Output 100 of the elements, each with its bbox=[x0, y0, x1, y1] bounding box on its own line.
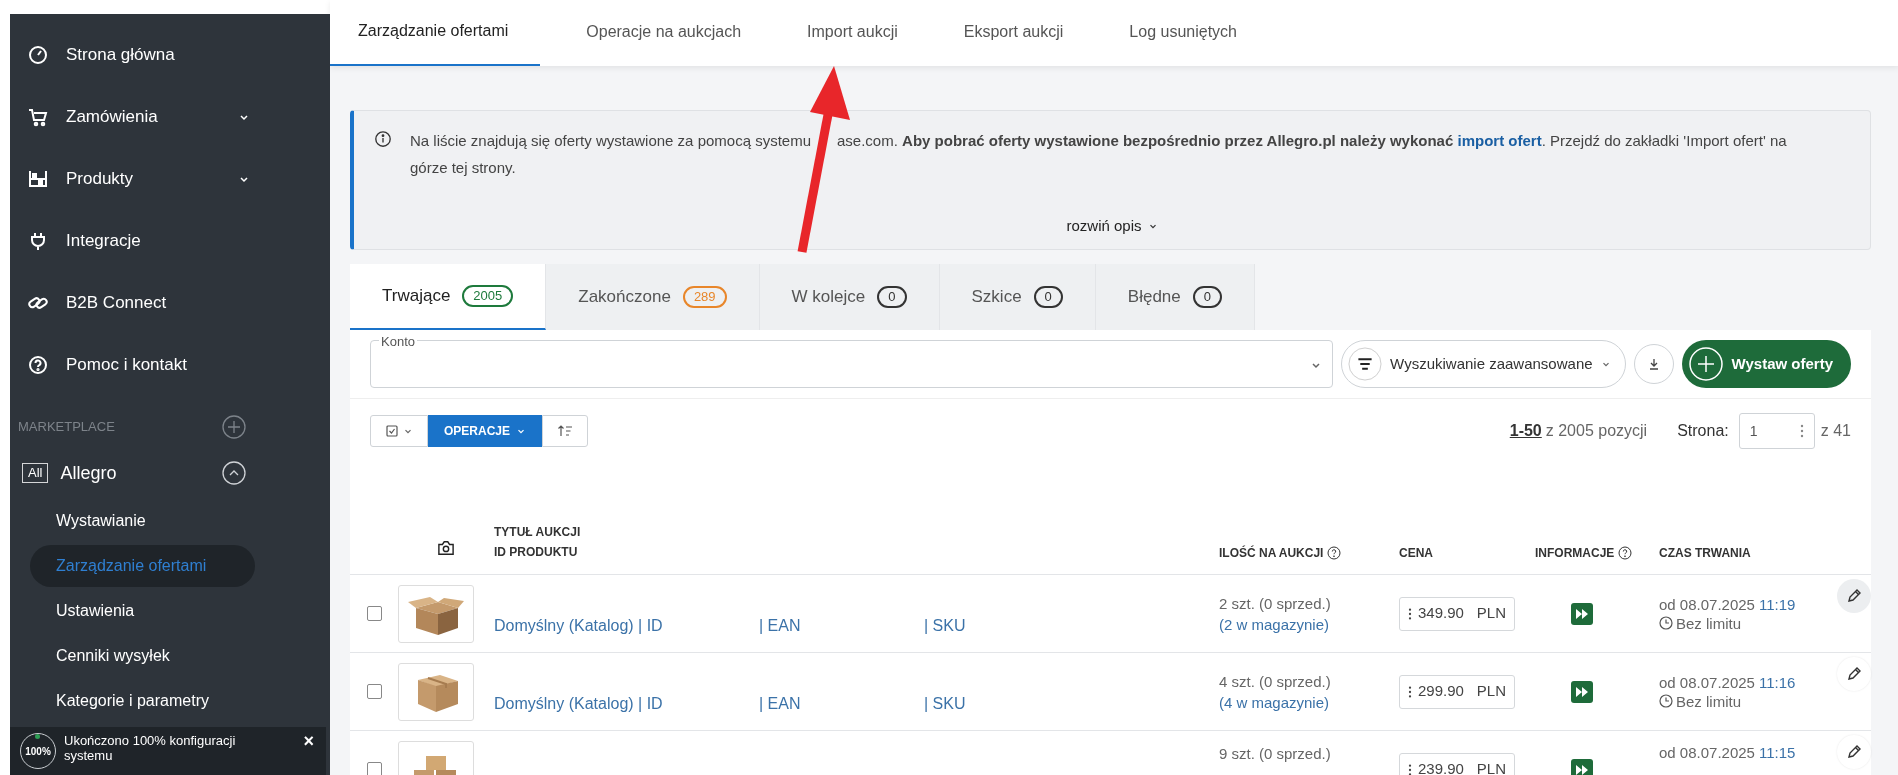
clock-icon bbox=[1659, 616, 1673, 630]
stock-link[interactable]: (2 w magazynie) bbox=[1219, 613, 1399, 635]
sidebar-item[interactable]: Strona główna bbox=[10, 24, 330, 86]
price-field[interactable]: 239.90 PLN bbox=[1399, 752, 1515, 775]
submenu-item[interactable]: Kategorie i parametry bbox=[30, 679, 209, 722]
drag-handle-icon[interactable] bbox=[1408, 606, 1412, 621]
operations-button[interactable]: OPERACJE bbox=[428, 415, 543, 447]
close-button[interactable]: × bbox=[303, 733, 326, 749]
clock-icon bbox=[1659, 694, 1673, 708]
cart-icon bbox=[28, 107, 48, 127]
status-tab[interactable]: Szkice 0 bbox=[939, 264, 1096, 330]
sidebar-item[interactable]: Pomoc i kontakt bbox=[10, 334, 330, 396]
sidebar-item[interactable]: Zamówienia bbox=[10, 86, 330, 148]
filter-icon bbox=[1348, 347, 1383, 381]
row-checkbox[interactable] bbox=[366, 606, 382, 621]
page-label: Strona: bbox=[1677, 421, 1729, 441]
price-field[interactable]: 299.90 PLN bbox=[1399, 674, 1515, 709]
gauge-icon bbox=[28, 45, 48, 65]
product-id-link[interactable]: | EAN bbox=[759, 614, 924, 638]
start-time: 11:19 bbox=[1758, 594, 1796, 614]
duration-text: Bez limitu bbox=[1676, 691, 1742, 711]
submenu-item[interactable]: Cenniki wysyłek bbox=[30, 634, 170, 677]
price-field[interactable]: 349.90 PLN bbox=[1399, 596, 1515, 631]
quantity-text: 2 szt. (0 sprzed.) bbox=[1219, 593, 1332, 614]
edit-button[interactable] bbox=[1837, 579, 1871, 613]
status-tab[interactable]: W kolejce 0 bbox=[759, 264, 940, 330]
camera-icon bbox=[437, 540, 455, 556]
section-label: MARKETPLACE bbox=[18, 418, 116, 437]
fast-forward-icon bbox=[1571, 602, 1593, 625]
shelf-icon bbox=[28, 169, 48, 189]
expand-description-button[interactable]: rozwiń opis bbox=[1066, 214, 1158, 237]
select-menu-button[interactable] bbox=[370, 415, 428, 447]
product-id-link[interactable]: Domyślny (Katalog) | ID bbox=[494, 692, 759, 716]
row-checkbox[interactable] bbox=[366, 684, 382, 699]
add-circle-icon[interactable] bbox=[222, 415, 246, 439]
page-field[interactable]: 1 bbox=[1738, 413, 1815, 449]
page-total: z 41 bbox=[1820, 421, 1851, 441]
product-id-link[interactable]: | SKU bbox=[924, 614, 966, 638]
edit-button[interactable] bbox=[1837, 735, 1871, 769]
quantity-text: 9 szt. (0 sprzed.) bbox=[1219, 744, 1332, 764]
fast-forward-icon bbox=[1571, 680, 1593, 703]
start-date: od 08.07.2025 bbox=[1659, 594, 1755, 614]
add-offers-button[interactable]: Wystaw oferty bbox=[1681, 340, 1851, 388]
submenu-item[interactable]: Wystawianie bbox=[30, 499, 146, 542]
product-id-link[interactable]: | SKU bbox=[924, 692, 966, 716]
total-text: z 2005 pozycji bbox=[1545, 421, 1648, 441]
stock-link[interactable]: (4 w magazynie) bbox=[1219, 691, 1399, 713]
tab[interactable]: Log usuniętych bbox=[1109, 0, 1257, 66]
column-header: TYTUŁ AUKCJI ID PRODUKTU bbox=[494, 524, 581, 561]
duration-text: Bez limitu bbox=[1676, 613, 1742, 633]
stepper-icon[interactable] bbox=[1799, 423, 1804, 439]
account-name[interactable]: Allegro bbox=[60, 459, 210, 487]
plus-circle-icon bbox=[1687, 346, 1724, 382]
help-icon[interactable] bbox=[1327, 546, 1342, 560]
tab[interactable]: Zarządzanie ofertami bbox=[330, 0, 541, 66]
pencil-icon bbox=[1846, 588, 1862, 604]
range-link[interactable]: 1-50 bbox=[1509, 419, 1542, 443]
info-text: Na liście znajdują się oferty wystawione za pomocą systemu ase.com. Aby pobrać oferty wystawione bezpośrednio przez Allegro.pl należy wykonać import ofert. Przejdź do zakładki 'Import ofert' na górze tej strony. bbox=[410, 131, 1788, 178]
help-icon bbox=[28, 355, 48, 375]
column-header: CENA bbox=[1399, 545, 1433, 562]
tab[interactable]: Eksport aukcji bbox=[943, 0, 1084, 66]
column-header: ILOŚĆ NA AUKCJI bbox=[1219, 544, 1324, 562]
pencil-icon bbox=[1846, 666, 1862, 682]
count-badge: 0 bbox=[1192, 286, 1222, 308]
sidebar-item[interactable]: Produkty bbox=[10, 148, 330, 210]
tab[interactable]: Import aukcji bbox=[787, 0, 918, 66]
row-checkbox[interactable] bbox=[366, 762, 382, 775]
product-id-link[interactable]: Domyślny (Katalog) | ID bbox=[494, 614, 759, 638]
submenu-item[interactable]: Zarządzanie ofertami bbox=[30, 544, 255, 587]
edit-button[interactable] bbox=[1837, 657, 1871, 691]
plug-icon bbox=[28, 231, 48, 251]
count-badge: 0 bbox=[1033, 286, 1063, 308]
tab[interactable]: Operacje na aukcjach bbox=[566, 0, 762, 66]
import-link[interactable]: import ofert bbox=[1457, 132, 1542, 149]
help-icon[interactable] bbox=[1618, 546, 1633, 560]
sidebar-item[interactable]: B2B Connect bbox=[10, 272, 330, 334]
status-tab[interactable]: Trwające 2005 bbox=[350, 264, 547, 330]
count-badge: 0 bbox=[877, 286, 907, 308]
drag-handle-icon[interactable] bbox=[1408, 684, 1412, 699]
start-time: 11:16 bbox=[1758, 672, 1796, 692]
count-badge: 2005 bbox=[462, 285, 514, 307]
column-header: CZAS TRWANIA bbox=[1659, 545, 1751, 562]
collapse-toggle-icon[interactable] bbox=[222, 461, 246, 485]
status-tab[interactable]: Zakończone 289 bbox=[546, 264, 760, 330]
pencil-icon bbox=[1846, 744, 1862, 760]
start-date: od 08.07.2025 bbox=[1659, 743, 1755, 762]
sidebar-item[interactable]: Integracje bbox=[10, 210, 330, 272]
start-date: od 08.07.2025 bbox=[1659, 672, 1755, 692]
info-icon bbox=[374, 130, 392, 148]
submenu-item[interactable]: Ustawienia bbox=[30, 589, 135, 632]
count-badge: 289 bbox=[682, 286, 727, 308]
drag-handle-icon[interactable] bbox=[1408, 762, 1412, 775]
checkbox-icon bbox=[385, 424, 399, 438]
notice-text: Ukończono 100% konfiguracji systemu bbox=[64, 733, 237, 763]
start-time: 11:15 bbox=[1758, 743, 1796, 762]
status-tab[interactable]: Błędne 0 bbox=[1095, 264, 1255, 330]
account-badge: All bbox=[22, 463, 49, 483]
product-id-link[interactable]: | EAN bbox=[759, 692, 924, 716]
column-header: INFORMACJE bbox=[1535, 545, 1615, 562]
sort-icon bbox=[557, 424, 574, 438]
